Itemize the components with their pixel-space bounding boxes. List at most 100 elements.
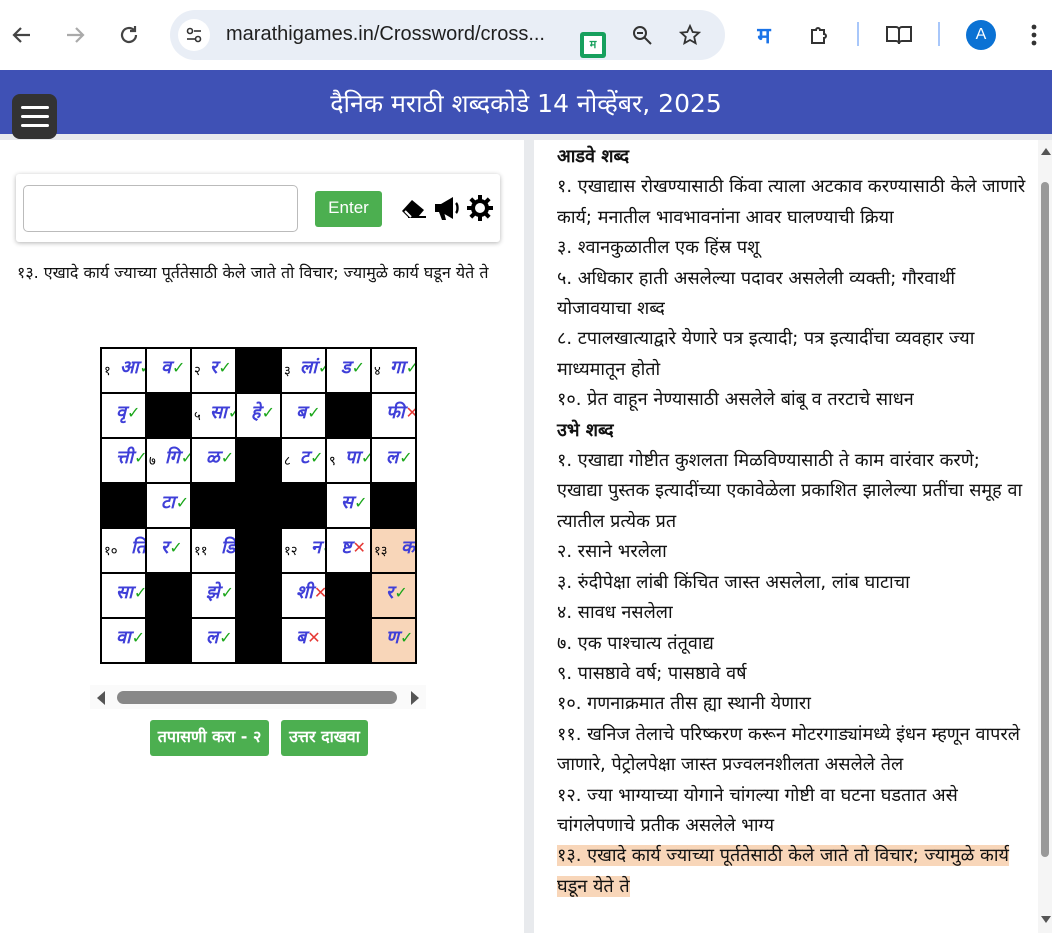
cell-letter: डि: [221, 537, 236, 558]
clue-number: १३: [374, 544, 388, 559]
scroll-up-arrow-icon[interactable]: [1041, 148, 1051, 155]
current-clue: १३. एखादे कार्य ज्याच्या पूर्ततेसाठी केल…: [17, 263, 489, 282]
eraser-icon[interactable]: [399, 192, 429, 224]
grid-cell[interactable]: शी✕: [281, 573, 326, 618]
correct-check-icon: ✓: [127, 403, 141, 422]
clue-number: १२: [284, 544, 298, 559]
grid-cell[interactable]: ळ✓: [191, 438, 236, 483]
grid-cell[interactable]: ल✓: [371, 438, 416, 483]
grid-cell[interactable]: टा✓: [146, 483, 191, 528]
back-icon[interactable]: [5, 18, 39, 52]
clue-number: ८: [284, 454, 291, 469]
scrollbar-thumb[interactable]: [1041, 182, 1049, 857]
answer-input[interactable]: [23, 185, 298, 232]
grid-cell-black: [326, 393, 371, 438]
enter-button[interactable]: Enter: [315, 191, 382, 227]
down-clue[interactable]: ४. सावध नसलेला: [557, 598, 1027, 628]
reload-icon[interactable]: [112, 18, 146, 52]
clue-number: १०: [104, 544, 118, 559]
grid-cell[interactable]: ण✓: [371, 618, 416, 663]
down-clue[interactable]: १२. ज्या भाग्याच्या योगाने चांगल्या गोष्…: [557, 781, 1027, 842]
grid-cell[interactable]: सा✓: [101, 573, 146, 618]
grid-cell[interactable]: हे✓: [236, 393, 281, 438]
across-clue[interactable]: १०. प्रेत वाहून नेण्यासाठी असलेले बांबू …: [557, 385, 1027, 415]
settings-icon[interactable]: [465, 192, 495, 224]
across-clue[interactable]: १. एखाद्यास रोखण्यासाठी किंवा त्याला अटक…: [557, 172, 1027, 233]
scroll-left-arrow-icon[interactable]: [97, 691, 105, 705]
correct-check-icon: ✓: [133, 583, 146, 602]
megaphone-icon[interactable]: [432, 192, 462, 224]
hamburger-menu-icon[interactable]: [12, 94, 57, 139]
grid-cell-black: [191, 483, 236, 528]
grid-cell[interactable]: ब✓: [281, 393, 326, 438]
down-clue[interactable]: ३. रुंदीपेक्षा लांबी किंचित जास्त असलेला…: [557, 568, 1027, 598]
across-clue[interactable]: ५. अधिकार हाती असलेल्या पदावर असलेली व्य…: [557, 264, 1027, 325]
scroll-right-arrow-icon[interactable]: [411, 691, 419, 705]
extensions-puzzle-icon[interactable]: [803, 18, 837, 52]
zoom-icon[interactable]: [625, 18, 659, 52]
grid-cell[interactable]: ९ पा✓: [326, 438, 371, 483]
grid-cell[interactable]: ३ लां✓: [281, 348, 326, 393]
active-down-clue[interactable]: १३. एखादे कार्य ज्याच्या पूर्ततेसाठी केल…: [557, 841, 1027, 902]
page-title: दैनिक मराठी शब्दकोडे 14 नोव्हेंबर, 2025: [330, 89, 722, 118]
grid-cell-black: [146, 618, 191, 663]
site-header: दैनिक मराठी शब्दकोडे 14 नोव्हेंबर, 2025: [0, 70, 1052, 134]
forward-icon[interactable]: [58, 18, 92, 52]
grid-cell[interactable]: स✓: [326, 483, 371, 528]
kebab-menu-icon[interactable]: [1017, 18, 1051, 52]
clue-number: ७: [149, 454, 156, 469]
down-clue[interactable]: १. एखाद्या गोष्टीत कुशलता मिळविण्यासाठी …: [557, 446, 1027, 537]
grid-cell[interactable]: वृ✓: [101, 393, 146, 438]
reading-mode-icon[interactable]: [882, 18, 916, 52]
bookmark-star-icon[interactable]: [673, 18, 707, 52]
site-info-icon[interactable]: [178, 19, 210, 51]
extension-icon[interactable]: म: [580, 32, 606, 58]
show-answer-button[interactable]: उत्तर दाखवा: [281, 720, 368, 756]
grid-cell[interactable]: २ र✓: [191, 348, 236, 393]
correct-check-icon: ✓: [261, 403, 275, 422]
grid-cell-black: [326, 618, 371, 663]
grid-cell[interactable]: र✓: [146, 528, 191, 573]
grid-cell[interactable]: ८ ट✓: [281, 438, 326, 483]
cell-letter: गा✓: [390, 355, 415, 379]
cell-letter: का✓: [401, 535, 415, 559]
down-clue[interactable]: ७. एक पाश्चात्य तंतूवाद्य: [557, 629, 1027, 659]
grid-cell[interactable]: र✓: [371, 573, 416, 618]
across-clue[interactable]: ३. श्वानकुळातील एक हिंस्र पशू: [557, 233, 1027, 263]
correct-check-icon: ✓: [406, 358, 415, 377]
grid-cell[interactable]: ष्ट✕: [326, 528, 371, 573]
address-bar[interactable]: marathigames.in/Crossword/cross... म: [170, 10, 725, 60]
grid-cell[interactable]: ७ गि✓: [146, 438, 191, 483]
grid-cell[interactable]: ११ डि: [191, 528, 236, 573]
horizontal-scrollbar[interactable]: [90, 685, 426, 709]
profile-avatar[interactable]: A: [966, 20, 996, 50]
grid-cell[interactable]: फी✕: [371, 393, 416, 438]
grid-cell[interactable]: ब✕: [281, 618, 326, 663]
url-text[interactable]: marathigames.in/Crossword/cross...: [226, 23, 545, 46]
scrollbar-thumb[interactable]: [117, 691, 397, 704]
down-clue[interactable]: २. रसाने भरलेला: [557, 537, 1027, 567]
down-clue[interactable]: ९. पासष्ठावे वर्ष; पासष्ठावे वर्ष: [557, 659, 1027, 689]
grid-cell[interactable]: झे✓: [191, 573, 236, 618]
grid-cell[interactable]: १२ न✓: [281, 528, 326, 573]
down-clue[interactable]: १०. गणनाक्रमात तीस ह्या स्थानी येणारा: [557, 689, 1027, 719]
down-heading: उभे शब्द: [557, 419, 614, 441]
grid-cell[interactable]: ल✓: [191, 618, 236, 663]
vertical-scrollbar[interactable]: [1038, 140, 1052, 933]
across-clue[interactable]: ८. टपालखात्याद्वारे येणारे पत्र इत्यादी;…: [557, 324, 1027, 385]
grid-cell[interactable]: ४ गा✓: [371, 348, 416, 393]
correct-check-icon: ✓: [400, 628, 414, 647]
grid-cell[interactable]: ५ सा✓: [191, 393, 236, 438]
grid-cell[interactable]: १३ का✓: [371, 528, 416, 573]
marathi-extension-icon[interactable]: म: [747, 18, 781, 52]
grid-cell[interactable]: १० ति✓: [101, 528, 146, 573]
scroll-down-arrow-icon[interactable]: [1041, 916, 1051, 923]
down-clue[interactable]: ११. खनिज तेलाचे परिष्करण करून मोटरगाड्या…: [557, 720, 1027, 781]
grid-cell[interactable]: त्ती✓: [101, 438, 146, 483]
grid-cell[interactable]: ड✓: [326, 348, 371, 393]
grid-cell[interactable]: व✓: [146, 348, 191, 393]
cell-letter: वृ✓: [116, 402, 141, 423]
grid-cell[interactable]: १ आ✓: [101, 348, 146, 393]
check-button[interactable]: तपासणी करा - २: [150, 720, 269, 756]
grid-cell[interactable]: वा✓: [101, 618, 146, 663]
